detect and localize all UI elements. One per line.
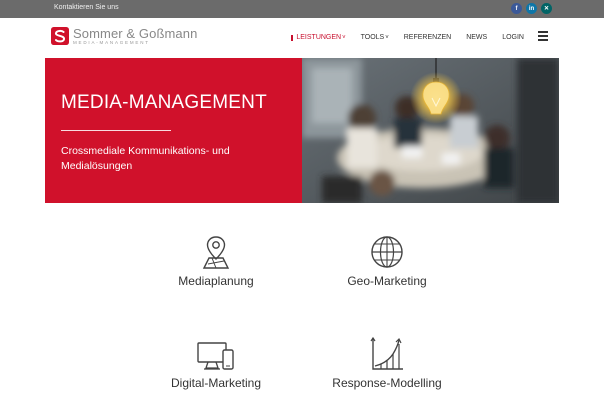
hamburger-menu-icon[interactable]	[538, 31, 548, 41]
devices-icon	[197, 342, 234, 370]
logo-tagline: MEDIA-MANAGEMENT	[73, 40, 150, 45]
service-label: Geo-Marketing	[347, 274, 427, 288]
growth-chart-icon	[370, 336, 403, 370]
main-nav: LEISTUNGEN˅ TOOLS˅ REFERENZEN NEWS LOGIN	[281, 31, 548, 41]
logo-name: Sommer & Goßmann	[73, 26, 198, 41]
service-label: Mediaplanung	[178, 274, 254, 288]
nav-item-referenzen[interactable]: REFERENZEN	[404, 34, 451, 41]
hero-banner: MEDIA-MANAGEMENT Crossmediale Kommunikat…	[45, 58, 559, 203]
service-geo-marketing[interactable]: Geo-Marketing	[337, 234, 437, 288]
nav-item-tools[interactable]: TOOLS˅	[361, 34, 389, 41]
top-bar: Kontaktieren Sie uns f in ✕	[0, 0, 604, 18]
meeting-photo-image	[302, 58, 559, 203]
social-links: f in ✕	[511, 3, 552, 14]
nav-item-label: TOOLS	[360, 34, 385, 41]
service-response-modelling[interactable]: Response-Modelling	[327, 336, 447, 390]
service-mediaplanung[interactable]: Mediaplanung	[166, 234, 266, 288]
hero-photo	[302, 58, 559, 203]
globe-icon	[371, 236, 403, 268]
map-pin-icon	[202, 236, 230, 269]
nav-item-label: LEISTUNGEN	[296, 34, 342, 41]
site-header: Sommer & Goßmann MEDIA-MANAGEMENT LEISTU…	[0, 18, 604, 58]
chevron-down-icon: ˅	[342, 35, 346, 41]
hero-subtitle: Crossmediale Kommunikations- und Medialö…	[61, 145, 230, 172]
hero-text-panel: MEDIA-MANAGEMENT Crossmediale Kommunikat…	[45, 58, 302, 203]
logo-mark-icon	[51, 27, 69, 46]
nav-item-news[interactable]: NEWS	[466, 34, 487, 41]
facebook-icon[interactable]: f	[511, 3, 522, 14]
service-label: Response-Modelling	[332, 376, 442, 390]
chevron-down-icon: ˅	[385, 35, 389, 41]
xing-icon[interactable]: ✕	[541, 3, 552, 14]
hero-divider	[61, 130, 171, 131]
nav-item-login[interactable]: LOGIN	[502, 34, 524, 41]
service-digital-marketing[interactable]: Digital-Marketing	[156, 338, 276, 390]
nav-item-leistungen[interactable]: LEISTUNGEN˅	[291, 34, 346, 41]
hero-title: MEDIA-MANAGEMENT	[61, 92, 267, 113]
linkedin-icon[interactable]: in	[526, 3, 537, 14]
logo[interactable]: Sommer & Goßmann MEDIA-MANAGEMENT	[51, 27, 197, 46]
service-label: Digital-Marketing	[170, 376, 262, 390]
contact-link[interactable]: Kontaktieren Sie uns	[54, 4, 119, 11]
